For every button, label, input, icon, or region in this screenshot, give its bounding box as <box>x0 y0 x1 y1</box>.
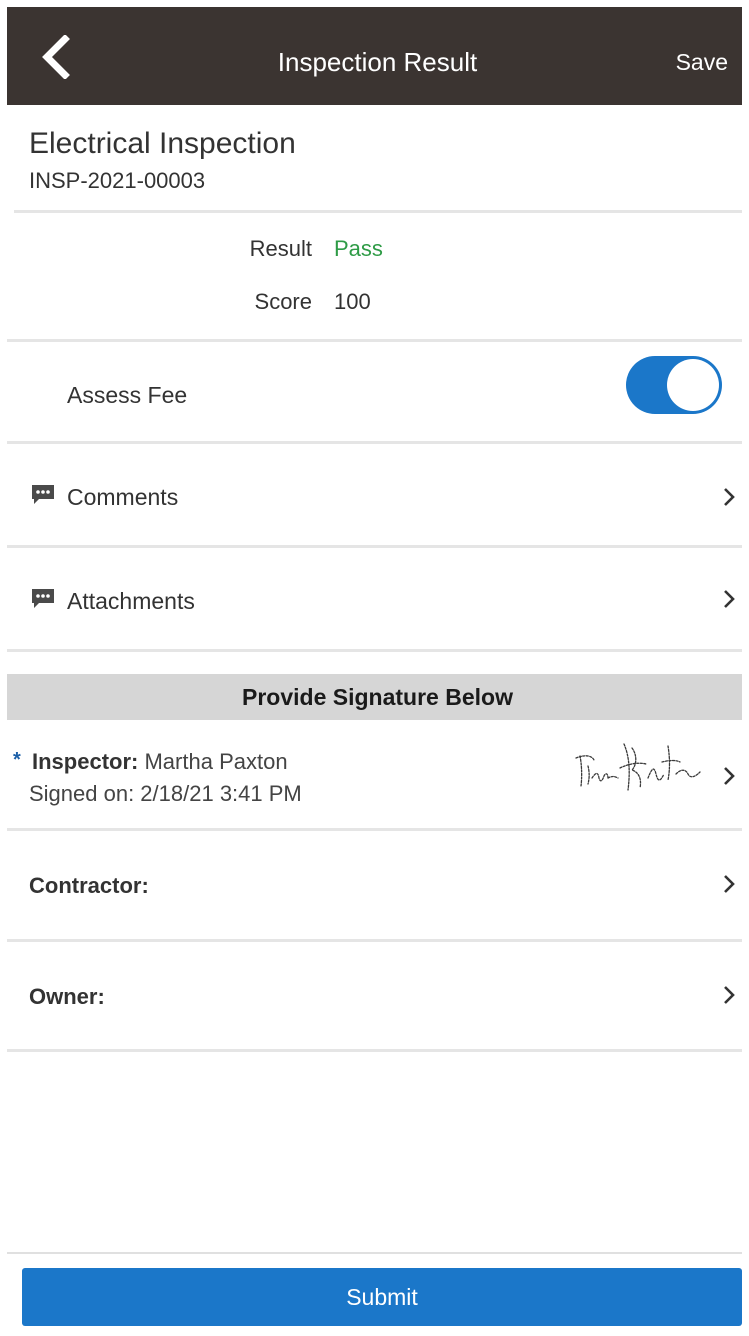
save-button[interactable]: Save <box>676 47 728 77</box>
inspection-title: Electrical Inspection <box>29 127 296 160</box>
result-label: Result <box>249 236 312 261</box>
signature-image <box>575 743 701 791</box>
comment-icon <box>32 589 54 608</box>
owner-signature-row[interactable]: Owner: <box>7 942 748 1049</box>
footer-divider <box>7 1252 748 1254</box>
inspector-signature-name: Inspector: Martha Paxton <box>32 748 288 776</box>
toggle-knob <box>667 359 719 411</box>
app-header: Inspection Result Save <box>7 7 748 105</box>
result-value: Pass <box>334 236 383 261</box>
score-label: Score <box>254 289 312 314</box>
contractor-label: Contractor: <box>29 873 149 898</box>
inspector-signed-date: Signed on: 2/18/21 3:41 PM <box>29 781 302 806</box>
comment-icon <box>32 485 54 504</box>
contractor-signature-row[interactable]: Contractor: <box>7 831 748 939</box>
divider <box>14 210 748 213</box>
score-value: 100 <box>334 289 371 314</box>
page-title: Inspection Result <box>277 47 478 77</box>
comments-row[interactable]: Comments <box>7 444 748 545</box>
owner-label: Owner: <box>29 984 105 1009</box>
assess-fee-toggle[interactable] <box>626 356 722 414</box>
screen-frame <box>0 0 749 1336</box>
inspection-id: INSP-2021-00003 <box>29 168 206 193</box>
submit-button[interactable]: Submit <box>22 1268 742 1326</box>
chevron-right-icon <box>724 767 735 785</box>
inspector-name: Martha Paxton <box>144 749 288 774</box>
required-indicator: * <box>13 749 21 771</box>
comments-label: Comments <box>67 484 179 510</box>
signature-section-header: Provide Signature Below <box>7 674 748 720</box>
divider <box>7 1049 748 1052</box>
chevron-right-icon <box>724 488 735 506</box>
attachments-label: Attachments <box>67 588 195 614</box>
chevron-right-icon <box>724 875 735 893</box>
attachments-row[interactable]: Attachments <box>7 548 748 649</box>
divider <box>7 339 748 342</box>
chevron-right-icon <box>724 590 735 608</box>
inspector-label: Inspector: <box>32 749 139 774</box>
divider <box>7 649 748 652</box>
assess-fee-label: Assess Fee <box>67 382 188 408</box>
chevron-right-icon <box>724 986 735 1004</box>
